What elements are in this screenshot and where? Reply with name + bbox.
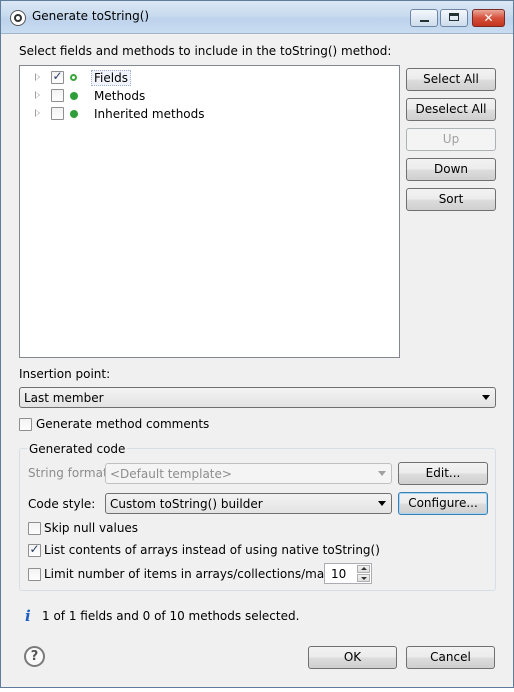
skip-null-label: Skip null values <box>44 521 139 535</box>
background-strip <box>0 688 514 692</box>
code-style-select[interactable]: Custom toString() builder <box>105 493 392 514</box>
code-style-label: Code style: <box>28 497 96 511</box>
up-button[interactable]: Up <box>406 128 496 151</box>
dropdown-arrow-icon <box>378 501 386 506</box>
methods-checkbox[interactable] <box>51 89 64 102</box>
method-icon <box>70 110 78 118</box>
members-tree[interactable]: Fields Methods Inherited methods <box>19 65 400 358</box>
window-title: Generate toString() <box>32 9 150 23</box>
list-arrays-checkbox[interactable] <box>28 542 41 557</box>
dialog-window: Generate toString() Select fields and me… <box>0 0 514 688</box>
eclipse-app-icon <box>10 10 26 26</box>
cancel-button[interactable]: Cancel <box>406 646 495 669</box>
generate-comments-checkbox[interactable] <box>19 418 32 431</box>
expand-arrow-icon[interactable] <box>35 109 40 117</box>
close-icon[interactable] <box>472 9 505 27</box>
fields-checkbox[interactable] <box>51 69 64 84</box>
sort-button[interactable]: Sort <box>406 188 496 211</box>
title-bar: Generate toString() <box>1 1 513 34</box>
ok-button[interactable]: OK <box>308 646 397 669</box>
status-message: 1 of 1 fields and 0 of 10 methods select… <box>42 609 300 623</box>
generated-code-title: Generated code <box>27 442 128 456</box>
tree-item-inherited-methods[interactable]: Inherited methods <box>20 105 399 123</box>
minimize-icon[interactable] <box>410 9 438 27</box>
tree-item-label: Fields <box>91 70 131 86</box>
inherited-methods-checkbox[interactable] <box>51 107 64 120</box>
field-open-icon <box>70 74 77 81</box>
limit-items-checkbox[interactable] <box>28 568 41 581</box>
tree-item-methods[interactable]: Methods <box>20 87 399 105</box>
expand-arrow-icon[interactable] <box>35 91 40 99</box>
info-icon: i <box>25 607 31 625</box>
maximize-icon[interactable] <box>440 9 468 27</box>
limit-items-label: Limit number of items in arrays/collecti… <box>44 567 354 581</box>
tree-item-label: Methods <box>94 89 146 103</box>
insertion-point-select[interactable]: Last member <box>19 387 496 408</box>
select-all-button[interactable]: Select All <box>406 68 496 91</box>
tree-item-label: Inherited methods <box>94 107 205 121</box>
tree-item-fields[interactable]: Fields <box>20 69 399 87</box>
dropdown-arrow-icon <box>482 395 490 400</box>
dropdown-arrow-icon <box>378 471 386 476</box>
deselect-all-button[interactable]: Deselect All <box>406 98 496 121</box>
limit-items-value[interactable]: 10 <box>331 567 346 581</box>
generate-comments-label: Generate method comments <box>36 417 210 431</box>
string-format-value: <Default template> <box>110 467 232 481</box>
code-style-value: Custom toString() builder <box>110 497 263 511</box>
spin-up-icon[interactable] <box>357 565 370 573</box>
list-arrays-label: List contents of arrays instead of using… <box>44 543 380 557</box>
string-format-select[interactable]: <Default template> <box>105 463 392 484</box>
expand-arrow-icon[interactable] <box>35 73 40 81</box>
down-button[interactable]: Down <box>406 158 496 181</box>
string-format-label: String format: <box>28 466 112 480</box>
help-icon[interactable]: ? <box>24 646 45 667</box>
insertion-point-value: Last member <box>24 391 104 405</box>
select-instructions-label: Select fields and methods to include in … <box>19 44 392 58</box>
skip-null-checkbox[interactable] <box>28 522 41 535</box>
configure-button[interactable]: Configure... <box>398 492 488 515</box>
method-icon <box>70 92 78 100</box>
limit-items-spinner[interactable]: 10 <box>324 563 372 584</box>
spin-down-icon[interactable] <box>357 574 370 582</box>
edit-button[interactable]: Edit... <box>398 462 488 485</box>
insertion-point-label: Insertion point: <box>19 367 111 381</box>
